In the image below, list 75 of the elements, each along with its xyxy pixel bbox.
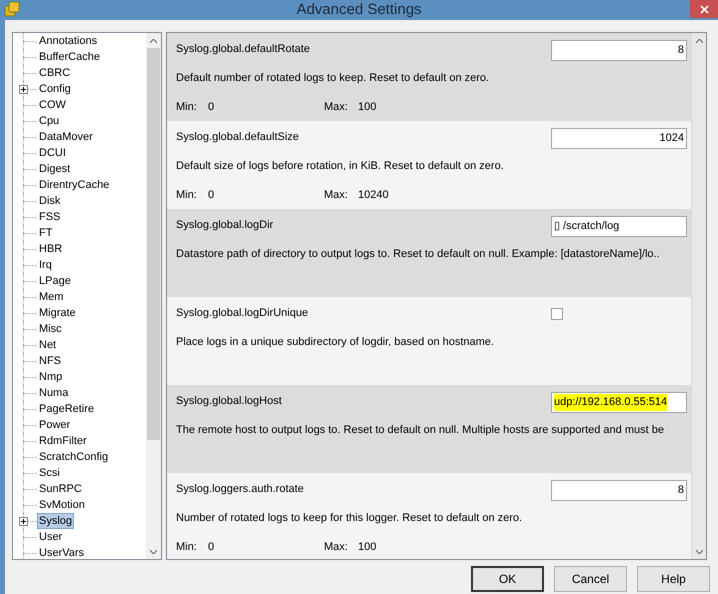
tree-item[interactable]: SvMotion (37, 497, 87, 513)
tree-item[interactable]: ScratchConfig (37, 449, 110, 465)
tree-item[interactable]: Mem (37, 289, 66, 305)
dialog-button[interactable]: Help (637, 566, 710, 592)
dialog-button[interactable]: Cancel (554, 566, 627, 592)
tree-item[interactable]: DCUI (37, 145, 68, 161)
tree-item[interactable]: LPage (37, 273, 73, 289)
expand-icon[interactable] (19, 517, 28, 526)
min-value: 0 (208, 188, 214, 203)
min-value: 0 (208, 540, 214, 555)
tree-item[interactable]: Nmp (37, 369, 64, 385)
tree-item[interactable]: Numa (37, 385, 70, 401)
tree-item[interactable]: Net (37, 337, 58, 353)
tree-item[interactable]: CBRC (37, 65, 72, 81)
min-value: 0 (208, 100, 214, 115)
tree-item[interactable]: SunRPC (37, 481, 84, 497)
tree-item[interactable]: Syslog (37, 513, 74, 529)
setting-description: The remote host to output logs to. Reset to default on null. Multiple hosts are supported and must be (176, 423, 664, 438)
expand-icon[interactable] (19, 85, 28, 94)
setting-description: Default size of logs before rotation, in KiB. Reset to default on zero. (176, 159, 504, 174)
tree-item[interactable]: Annotations (37, 33, 100, 49)
input-field[interactable]: 8 (551, 40, 687, 61)
tree-item[interactable]: COW (37, 97, 68, 113)
input-field[interactable]: ▯ /scratch/log (551, 216, 687, 237)
scrollbar[interactable] (691, 33, 706, 559)
close-button[interactable] (690, 0, 718, 18)
scrollbar[interactable] (146, 33, 161, 559)
scrollbar-thumb[interactable] (147, 48, 160, 440)
setting-description: Datastore path of directory to output logs to. Reset to default on null. Example: [datastoreName]/lo.. (176, 247, 660, 262)
tree-item[interactable]: FSS (37, 209, 62, 225)
input-field[interactable]: 1024 (551, 128, 687, 149)
window-title: Advanced Settings (296, 0, 422, 20)
setting-name: Syslog.global.logHost (176, 394, 282, 409)
setting-name: Syslog.global.logDirUnique (176, 306, 308, 321)
tree-item[interactable]: Power (37, 417, 72, 433)
max-value: 100 (358, 540, 376, 555)
dialog-button[interactable]: OK (471, 566, 544, 592)
setting-description: Default number of rotated logs to keep. Reset to default on zero. (176, 71, 490, 86)
tree-item[interactable]: NFS (37, 353, 63, 369)
max-value: 10240 (358, 188, 389, 203)
tree-item[interactable]: RdmFilter (37, 433, 89, 449)
min-label: Min: (176, 188, 197, 203)
tree-item[interactable]: UserVars (37, 545, 86, 559)
close-icon (700, 4, 708, 14)
tree-item[interactable]: BufferCache (37, 49, 102, 65)
min-label: Min: (176, 100, 197, 115)
tree-item[interactable]: Disk (37, 193, 62, 209)
setting-name: Syslog.global.defaultSize (176, 130, 299, 145)
checkbox[interactable] (551, 308, 563, 320)
tree-item[interactable]: DataMover (37, 129, 95, 145)
tree-item[interactable]: Irq (37, 257, 54, 273)
setting-name: Syslog.global.defaultRotate (176, 42, 310, 57)
tree-item[interactable]: DirentryCache (37, 177, 112, 193)
tree-item[interactable]: Digest (37, 161, 72, 177)
setting-description: Number of rotated logs to keep for this logger. Reset to default on zero. (176, 511, 522, 526)
max-label: Max: (324, 100, 348, 115)
setting-description: Place logs in a unique subdirectory of logdir, based on hostname. (176, 335, 494, 350)
tree-item[interactable]: FT (37, 225, 54, 241)
tree-item[interactable]: Config (37, 81, 73, 97)
tree-item[interactable]: Scsi (37, 465, 62, 481)
tree-item[interactable]: PageRetire (37, 401, 96, 417)
tree-item[interactable]: HBR (37, 241, 64, 257)
tree-item[interactable]: Cpu (37, 113, 62, 129)
setting-name: Syslog.loggers.auth.rotate (176, 482, 304, 497)
min-label: Min: (176, 540, 197, 555)
input-field[interactable]: 8 (551, 480, 687, 501)
tree-item[interactable]: Misc (37, 321, 64, 337)
tree-item[interactable]: User (37, 529, 64, 545)
max-label: Max: (324, 188, 348, 203)
setting-name: Syslog.global.logDir (176, 218, 274, 233)
input-field[interactable]: udp://192.168.0.55:514 (551, 392, 687, 413)
tree-item[interactable]: Migrate (37, 305, 78, 321)
max-label: Max: (324, 540, 348, 555)
app-icon (4, 1, 20, 17)
max-value: 100 (358, 100, 376, 115)
